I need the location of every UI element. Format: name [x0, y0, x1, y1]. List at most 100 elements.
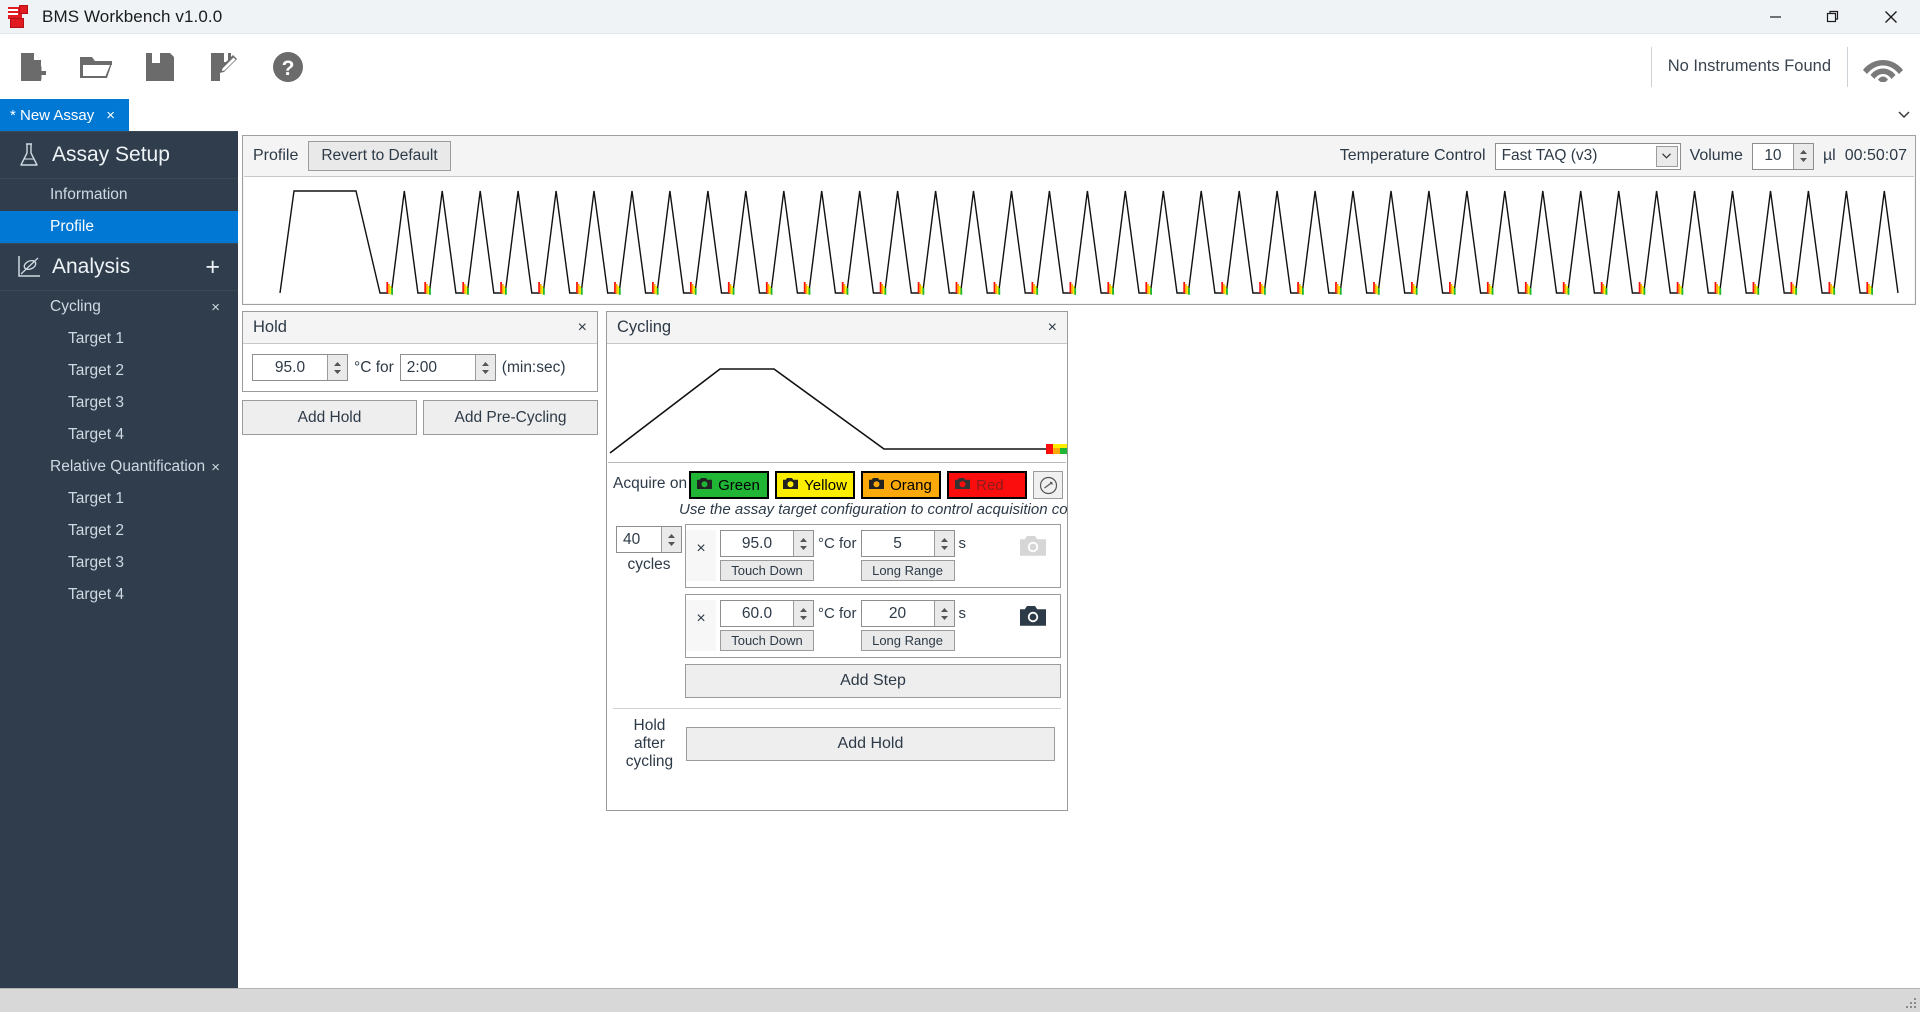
sidebar-section-assay-setup[interactable]: Assay Setup: [0, 131, 238, 179]
add-step-button[interactable]: Add Step: [685, 664, 1061, 698]
sidebar-item-cycling[interactable]: Cycling ×: [0, 291, 238, 323]
content-area: Profile Revert to Default Temperature Co…: [238, 131, 1920, 1012]
long-range-button[interactable]: Long Range: [860, 560, 955, 581]
sidebar-item-profile[interactable]: Profile: [0, 211, 238, 243]
help-icon[interactable]: ?: [256, 39, 320, 95]
hold-temperature-value: 95.0: [274, 358, 306, 376]
resize-grip-icon[interactable]: [1904, 996, 1918, 1010]
step-temperature-stepper[interactable]: 60.0: [720, 600, 814, 627]
minimize-button[interactable]: [1746, 0, 1804, 34]
step-temperature-stepper[interactable]: 95.0: [720, 530, 814, 557]
cycles-stepper[interactable]: 40: [616, 526, 682, 553]
acquire-channel-green[interactable]: Green: [689, 471, 770, 499]
cycling-step-row: × 95.0 Touch Down °C for 5 Long Range s: [685, 524, 1061, 588]
tab-close-icon[interactable]: ×: [106, 108, 115, 123]
step-duration-value: 20: [888, 604, 907, 622]
open-folder-icon[interactable]: [64, 39, 128, 95]
hold-after-line-1: Hold after: [633, 717, 666, 752]
sidebar-item-rq-target-3[interactable]: Target 3: [0, 547, 238, 579]
add-hold-after-cycling-button[interactable]: Add Hold: [685, 726, 1055, 761]
flask-icon: [14, 142, 44, 168]
volume-label: Volume: [1689, 147, 1743, 164]
temperature-control-select[interactable]: Fast TAQ (v3): [1494, 142, 1681, 170]
chevron-down-icon[interactable]: [1888, 99, 1920, 131]
cycles-label: cycles: [627, 556, 671, 573]
save-disk-icon[interactable]: [128, 39, 192, 95]
acquire-channel-yellow[interactable]: Yellow: [775, 471, 856, 499]
hold-temperature-stepper[interactable]: 95.0: [252, 354, 348, 381]
add-analysis-button[interactable]: +: [205, 254, 220, 280]
step-duration-unit-label: s: [958, 535, 967, 552]
sidebar-item-label: Cycling: [50, 298, 101, 315]
camera-icon[interactable]: [1018, 600, 1054, 633]
wifi-icon[interactable]: [1848, 52, 1904, 82]
gauge-icon[interactable]: [1033, 471, 1064, 499]
sidebar-item-rq-target-4[interactable]: Target 4: [0, 579, 238, 611]
long-range-button[interactable]: Long Range: [860, 630, 955, 651]
sidebar-item-cycling-target-1[interactable]: Target 1: [0, 323, 238, 355]
sidebar-item-cycling-target-3[interactable]: Target 3: [0, 387, 238, 419]
hold-duration-value: 2:00: [406, 358, 437, 376]
cycling-card: Cycling × Acquire on Green Yellow Orang …: [606, 311, 1068, 811]
step-duration-stepper[interactable]: 5: [860, 530, 955, 557]
close-icon[interactable]: ×: [211, 460, 220, 475]
spinner-arrows-icon[interactable]: [793, 601, 813, 626]
remove-step-icon[interactable]: ×: [686, 600, 716, 651]
volume-stepper[interactable]: 10: [1751, 142, 1814, 170]
add-hold-button[interactable]: Add Hold: [242, 400, 417, 436]
sidebar-section-analysis[interactable]: Analysis +: [0, 243, 238, 291]
close-icon[interactable]: ×: [578, 319, 587, 336]
window-title: BMS Workbench v1.0.0: [42, 6, 223, 26]
spinner-arrows-icon[interactable]: [933, 601, 954, 626]
cycling-mini-chart[interactable]: [608, 345, 1067, 463]
hold-duration-stepper[interactable]: 2:00: [399, 354, 496, 381]
close-button[interactable]: [1862, 0, 1920, 34]
spinner-arrows-icon[interactable]: [1792, 143, 1813, 169]
step-duration-stepper[interactable]: 20: [860, 600, 955, 627]
acquire-channel-orange[interactable]: Orang: [861, 471, 942, 499]
sidebar-item-cycling-target-2[interactable]: Target 2: [0, 355, 238, 387]
sidebar-item-information[interactable]: Information: [0, 179, 238, 211]
window-controls: [1746, 0, 1920, 34]
hold-card-header: Hold ×: [243, 312, 597, 344]
remove-step-icon[interactable]: ×: [686, 530, 716, 581]
maximize-restore-button[interactable]: [1804, 0, 1862, 34]
svg-text:?: ?: [282, 57, 295, 80]
revert-to-default-button[interactable]: Revert to Default: [308, 141, 451, 171]
profile-step-cards: Hold × 95.0 °C for 2:00 (min:sec) Add Ho…: [238, 305, 1920, 811]
hold-card-body: 95.0 °C for 2:00 (min:sec): [243, 344, 597, 391]
close-icon[interactable]: ×: [1048, 319, 1057, 336]
tab-new-assay[interactable]: * New Assay ×: [0, 99, 129, 131]
spinner-arrows-icon[interactable]: [933, 531, 954, 556]
acquire-hint-text: Use the assay target configuration to co…: [679, 501, 1067, 518]
spinner-arrows-icon[interactable]: [661, 527, 681, 552]
profile-chart[interactable]: [244, 176, 1914, 303]
spinner-arrows-icon[interactable]: [474, 355, 495, 380]
camera-icon[interactable]: [1018, 530, 1054, 563]
edit-file-icon[interactable]: [192, 39, 256, 95]
acquire-on-row: Acquire on Green Yellow Orang Red: [607, 463, 1067, 499]
cycling-steps: 40 cycles × 95.0 Touch Down °C for 5 Lon…: [607, 518, 1067, 658]
step-temperature-value: 60.0: [741, 604, 773, 622]
close-icon[interactable]: ×: [211, 300, 220, 315]
sidebar-item-label: Target 3: [68, 554, 125, 571]
profile-toolbar: Profile Revert to Default Temperature Co…: [243, 136, 1915, 176]
acquire-channel-red[interactable]: Red: [947, 471, 1028, 499]
spinner-arrows-icon[interactable]: [793, 531, 813, 556]
sidebar-item-relative-quantification[interactable]: Relative Quantification ×: [0, 451, 238, 483]
sidebar-item-rq-target-1[interactable]: Target 1: [0, 483, 238, 515]
instrument-status-label: No Instruments Found: [1667, 57, 1831, 75]
touch-down-button[interactable]: Touch Down: [720, 630, 814, 651]
chevron-down-icon[interactable]: [1655, 145, 1678, 167]
sidebar-item-rq-target-2[interactable]: Target 2: [0, 515, 238, 547]
sidebar-item-cycling-target-4[interactable]: Target 4: [0, 419, 238, 451]
spinner-arrows-icon[interactable]: [327, 355, 347, 380]
tab-label: * New Assay: [10, 106, 95, 124]
new-file-icon[interactable]: [0, 39, 64, 95]
sidebar-item-label: Target 3: [68, 394, 125, 411]
add-pre-cycling-button[interactable]: Add Pre-Cycling: [423, 400, 598, 436]
touch-down-button[interactable]: Touch Down: [720, 560, 814, 581]
profile-label: Profile: [253, 147, 299, 164]
volume-unit-label: µl: [1822, 147, 1836, 164]
tab-strip: * New Assay ×: [0, 99, 1920, 131]
